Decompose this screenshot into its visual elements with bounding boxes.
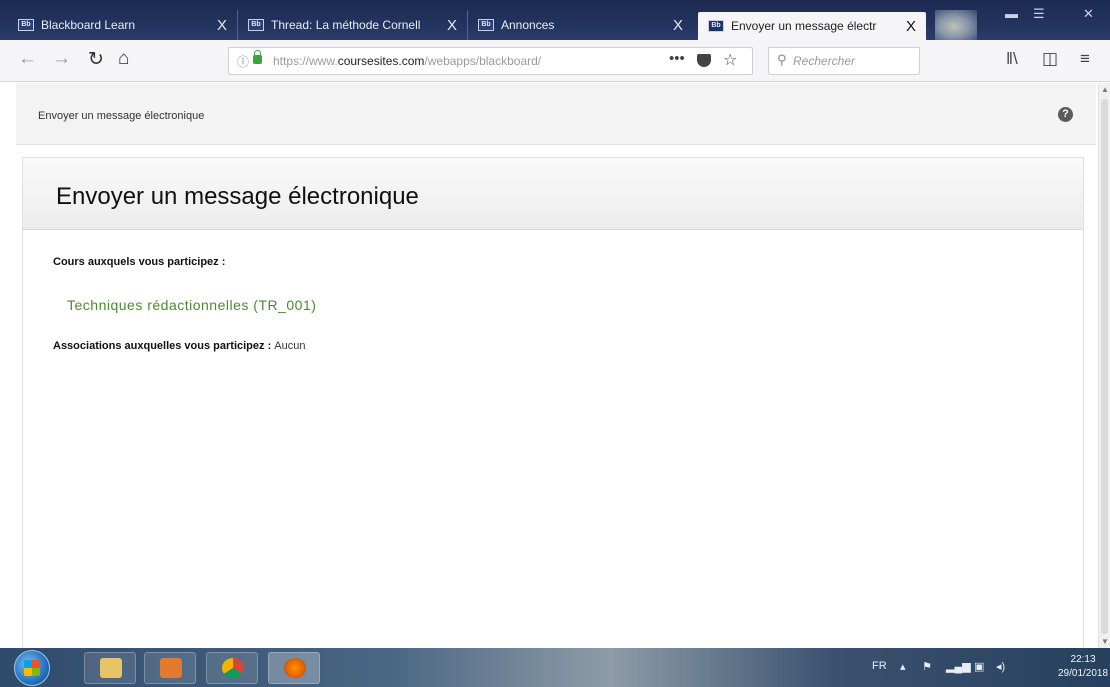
tab-title: Annonces <box>501 18 555 32</box>
star-icon[interactable]: ☆ <box>723 50 737 70</box>
clock-time: 22:13 <box>1070 654 1096 665</box>
url-prefix: https://www. <box>273 54 338 68</box>
file-explorer-button[interactable] <box>84 652 136 684</box>
reload-icon[interactable]: ↻ <box>88 48 104 71</box>
url-bar[interactable]: ⓘ https://www.coursesites.com/webapps/bl… <box>228 47 753 75</box>
url-path: /webapps/blackboard/ <box>424 54 542 68</box>
site-info-icon[interactable]: ⓘ <box>237 53 249 70</box>
close-window-icon[interactable]: ✕ <box>1083 6 1094 22</box>
associations-row: Associations auxquelles vous participez … <box>53 340 306 352</box>
tab-close-icon[interactable]: X <box>673 17 683 34</box>
tab-title: Thread: La méthode Cornell <box>271 18 421 32</box>
tray-expand-icon[interactable]: ▴ <box>900 660 906 673</box>
windows-taskbar: FR ▴ ⚑ ▂▄▆ ▣ ◂) 22:13 29/01/2018 <box>0 648 1110 687</box>
tab-title: Envoyer un message électr <box>731 19 877 33</box>
minimize-icon[interactable]: ▬ <box>1005 6 1018 21</box>
courses-label: Cours auxquels vous participez : <box>53 256 226 268</box>
blackboard-favicon-icon: Bb <box>248 19 264 31</box>
scroll-up-icon[interactable]: ▲ <box>1101 85 1109 94</box>
search-bar[interactable]: ⚲ Rechercher <box>768 47 920 75</box>
scroll-thumb[interactable] <box>1101 99 1108 634</box>
url-domain: coursesites.com <box>337 54 425 68</box>
scroll-down-icon[interactable]: ▼ <box>1101 637 1109 646</box>
blackboard-favicon-icon: Bb <box>18 19 34 31</box>
system-clock[interactable]: 22:13 29/01/2018 <box>1058 653 1108 681</box>
page-content: Envoyer un message électronique ? Envoye… <box>0 83 1098 657</box>
library-icon[interactable]: ‖\ <box>1006 49 1018 69</box>
language-indicator[interactable]: FR <box>872 660 887 672</box>
page-actions-icon[interactable]: ••• <box>669 50 685 67</box>
blackboard-favicon-icon: Bb <box>708 20 724 32</box>
tab-annonces[interactable]: Bb Annonces X <box>468 10 693 40</box>
forward-arrow-icon[interactable]: → <box>52 48 71 70</box>
tab-thread-cornell[interactable]: Bb Thread: La méthode Cornell X <box>238 10 468 40</box>
breadcrumb[interactable]: Envoyer un message électronique <box>38 110 204 122</box>
firefox-button[interactable] <box>268 652 320 684</box>
media-player-icon <box>160 658 182 678</box>
tab-envoyer-message[interactable]: Bb Envoyer un message électr X <box>698 12 926 40</box>
search-icon: ⚲ <box>777 52 787 67</box>
clock-date: 29/01/2018 <box>1058 668 1109 679</box>
home-icon[interactable]: ⌂ <box>118 48 129 70</box>
breadcrumb-bar: Envoyer un message électronique ? <box>16 83 1096 145</box>
tab-close-icon[interactable]: X <box>447 17 457 34</box>
hamburger-menu-icon[interactable]: ≡ <box>1080 49 1090 69</box>
content-panel: Envoyer un message électronique <box>22 157 1084 657</box>
back-arrow-icon[interactable]: ← <box>18 48 37 70</box>
associations-label: Associations auxquelles vous participez … <box>53 340 272 352</box>
page-title: Envoyer un message électronique <box>56 183 419 210</box>
navigation-toolbar: ← → ↻ ⌂ ⓘ https://www.coursesites.com/we… <box>0 40 1110 82</box>
blackboard-favicon-icon: Bb <box>478 19 494 31</box>
firefox-icon <box>284 658 306 678</box>
media-player-button[interactable] <box>144 652 196 684</box>
vertical-scrollbar[interactable]: ▲ ▼ <box>1098 83 1110 648</box>
help-icon[interactable]: ? <box>1058 107 1073 122</box>
lock-icon <box>253 50 262 64</box>
maximize-icon[interactable]: ☰ <box>1033 6 1045 22</box>
associations-value: Aucun <box>274 340 306 352</box>
signal-icon[interactable]: ▂▄▆ <box>946 660 971 673</box>
tab-strip: Bb Blackboard Learn X Bb Thread: La méth… <box>0 0 1110 40</box>
action-center-flag-icon[interactable]: ⚑ <box>922 660 932 673</box>
search-placeholder: Rechercher <box>793 54 856 68</box>
pocket-icon[interactable] <box>697 54 711 67</box>
sidebar-icon[interactable]: ◫ <box>1042 49 1058 69</box>
tab-blackboard-learn[interactable]: Bb Blackboard Learn X <box>8 10 238 40</box>
volume-icon[interactable]: ◂) <box>996 660 1005 673</box>
new-tab-button[interactable] <box>935 10 977 40</box>
network-icon[interactable]: ▣ <box>974 660 984 673</box>
folder-icon <box>100 658 122 678</box>
chrome-icon <box>222 658 244 678</box>
panel-header: Envoyer un message électronique <box>23 158 1083 230</box>
start-button[interactable] <box>14 650 50 686</box>
tab-close-icon[interactable]: X <box>217 17 227 34</box>
url-text[interactable]: https://www.coursesites.com/webapps/blac… <box>273 54 618 68</box>
tab-close-icon[interactable]: X <box>906 18 916 35</box>
chrome-button[interactable] <box>206 652 258 684</box>
course-link[interactable]: Techniques rédactionnelles (TR_001) <box>67 297 316 313</box>
tab-title: Blackboard Learn <box>41 18 136 32</box>
